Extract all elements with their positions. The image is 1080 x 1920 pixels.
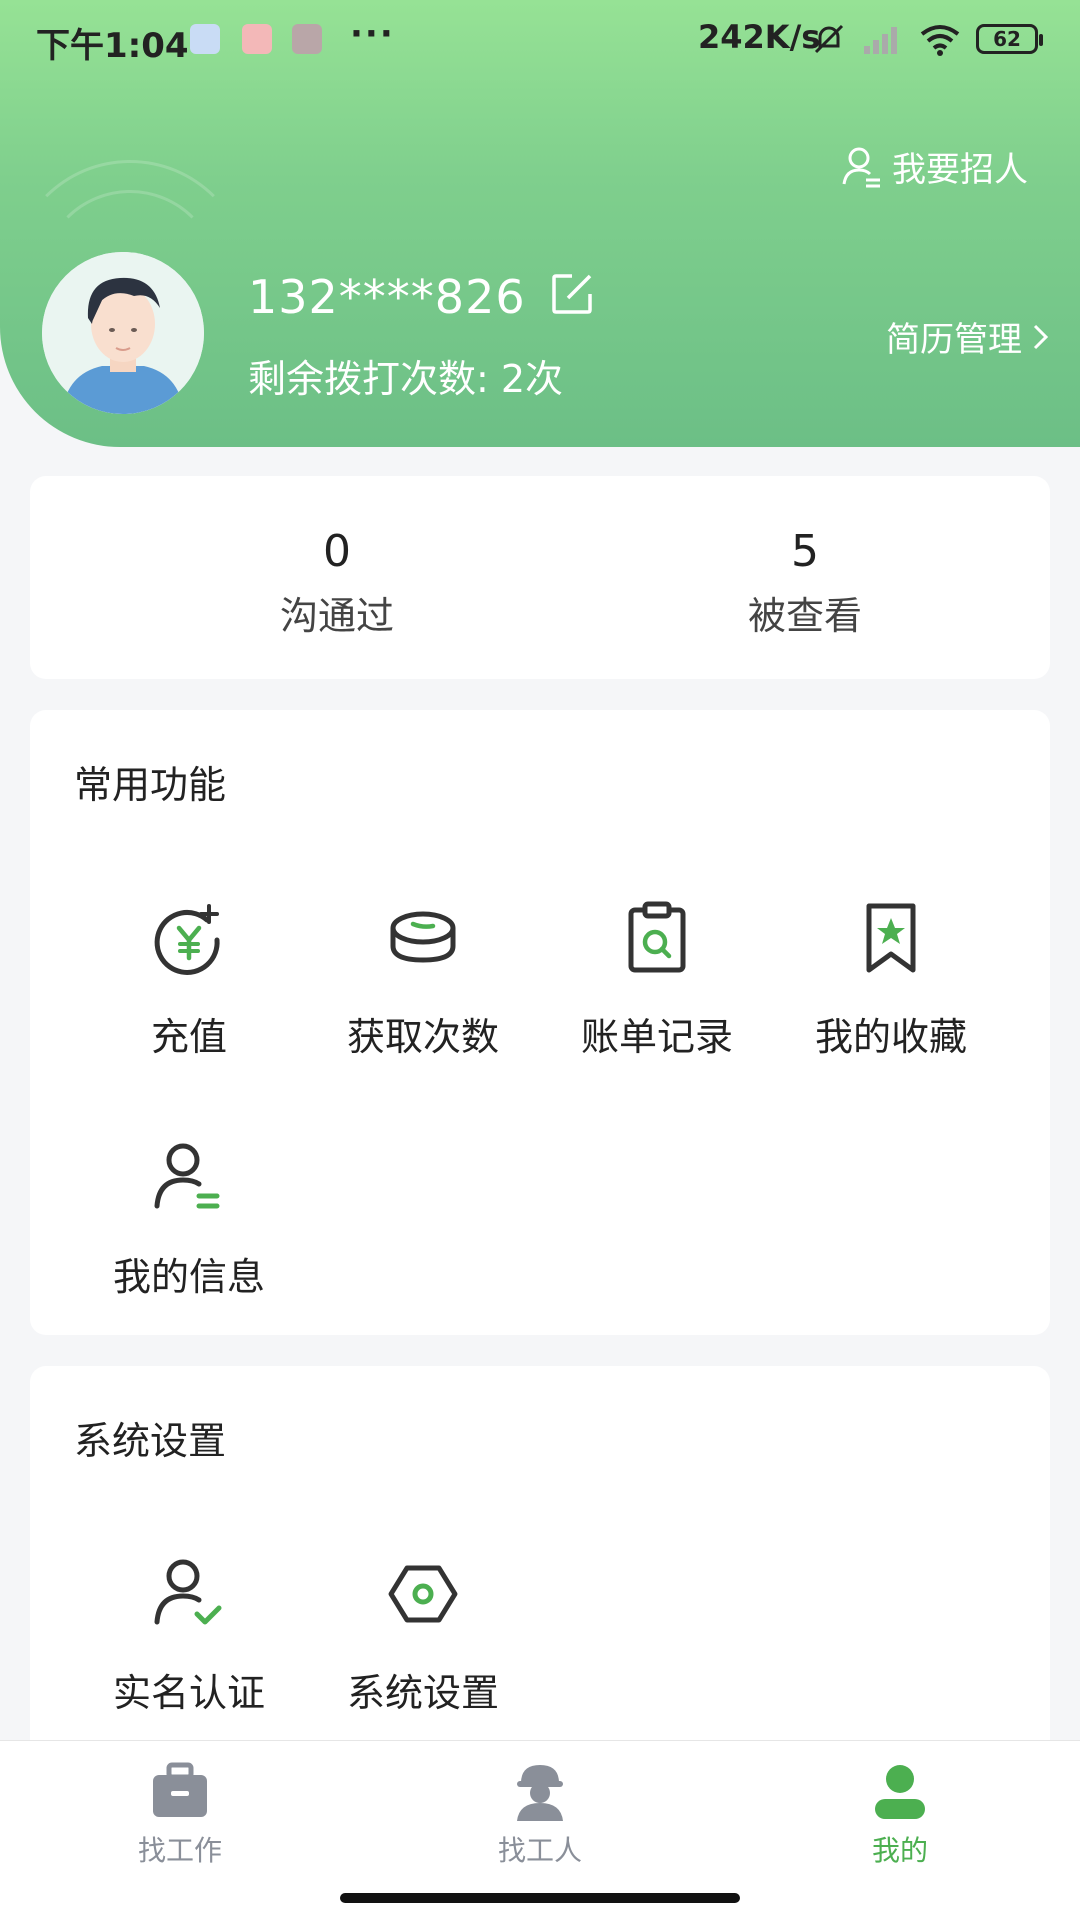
grid-item-label: 获取次数 <box>346 1015 499 1059</box>
grid-item-label: 系统设置 <box>346 1671 499 1715</box>
system-settings-card: 系统设置 实名认证 系统设置 <box>30 1366 1050 1766</box>
nav-label: 找工人 <box>497 1834 582 1867</box>
nav-find-job[interactable]: 找工作 <box>80 1761 280 1869</box>
avatar-illustration <box>42 252 204 414</box>
real-name-verification-button[interactable]: 实名认证 <box>89 1554 289 1717</box>
wifi-icon <box>920 25 960 56</box>
my-info-button[interactable]: 我的信息 <box>89 1138 289 1301</box>
status-time: 下午1:04 <box>36 26 189 66</box>
worker-icon <box>517 1765 563 1821</box>
hexagon-settings-icon <box>388 1565 458 1623</box>
nav-label: 我的 <box>871 1834 928 1867</box>
my-favorites-button[interactable]: 我的收藏 <box>791 898 991 1061</box>
common-functions-card: 常用功能 充值 获取次数 账单记录 我的收藏 我的信息 <box>30 710 1050 1335</box>
user-check-icon <box>154 1559 222 1625</box>
grid-item-label: 我的信息 <box>112 1255 265 1299</box>
recharge-button[interactable]: 充值 <box>89 898 289 1061</box>
status-bar: 下午1:04 ··· 242K/s 62 <box>0 0 1080 80</box>
grid-item-label: 账单记录 <box>580 1015 733 1059</box>
stat-label: 沟通过 <box>279 594 394 638</box>
profile-header: 下午1:04 ··· 242K/s 62 我要招人 132****826 剩余拨… <box>0 0 1080 447</box>
avatar[interactable] <box>42 252 204 414</box>
more-notifications-icon: ··· <box>350 14 395 54</box>
bookmark-star-icon <box>866 903 916 973</box>
nav-mine[interactable]: 我的 <box>800 1761 1000 1869</box>
mute-bell-icon <box>814 24 844 54</box>
stat-value: 0 <box>323 526 351 577</box>
grid-item-label: 我的收藏 <box>814 1015 967 1059</box>
grid-item-label: 实名认证 <box>112 1671 265 1715</box>
stat-label: 被查看 <box>747 594 862 638</box>
chevron-right-icon <box>1033 324 1049 349</box>
clipboard-search-icon <box>628 901 686 973</box>
user-recruit-icon <box>842 147 880 187</box>
recruit-label: 我要招人 <box>892 150 1028 190</box>
section-title: 常用功能 <box>74 763 227 807</box>
get-count-button[interactable]: 获取次数 <box>323 898 523 1061</box>
resume-management-link[interactable]: 简历管理 <box>886 312 1050 361</box>
notification-app-icon <box>190 24 220 54</box>
coins-icon <box>390 911 456 963</box>
system-settings-button[interactable]: 系统设置 <box>323 1554 523 1717</box>
person-icon <box>875 1765 925 1819</box>
stat-contacted[interactable]: 0 沟通过 <box>187 526 487 640</box>
stats-card: 0 沟通过 5 被查看 <box>30 476 1050 679</box>
phone-number: 132****826 <box>248 270 526 324</box>
network-speed: 242K/s <box>698 18 821 56</box>
yen-plus-icon <box>154 904 220 975</box>
stat-value: 5 <box>791 526 819 577</box>
edit-icon[interactable] <box>548 270 596 318</box>
nav-find-worker[interactable]: 找工人 <box>440 1761 640 1869</box>
recruit-button[interactable]: 我要招人 <box>842 142 1028 191</box>
profile-page: 下午1:04 ··· 242K/s 62 我要招人 132****826 剩余拨… <box>0 0 1080 1920</box>
remaining-calls: 剩余拨打次数: 2次 <box>248 357 564 401</box>
section-title: 系统设置 <box>74 1419 227 1463</box>
battery-indicator: 62 <box>976 24 1043 54</box>
signal-icon <box>864 27 897 54</box>
nav-label: 找工作 <box>137 1834 222 1867</box>
briefcase-icon <box>153 1762 207 1817</box>
home-indicator[interactable] <box>340 1893 740 1903</box>
user-info-icon <box>154 1143 220 1209</box>
stat-viewed[interactable]: 5 被查看 <box>655 526 955 640</box>
alipay-app-icon <box>292 24 322 54</box>
taobao-app-icon <box>242 24 272 54</box>
bill-records-button[interactable]: 账单记录 <box>557 898 757 1061</box>
resume-label: 简历管理 <box>886 320 1022 360</box>
grid-item-label: 充值 <box>150 1015 227 1059</box>
